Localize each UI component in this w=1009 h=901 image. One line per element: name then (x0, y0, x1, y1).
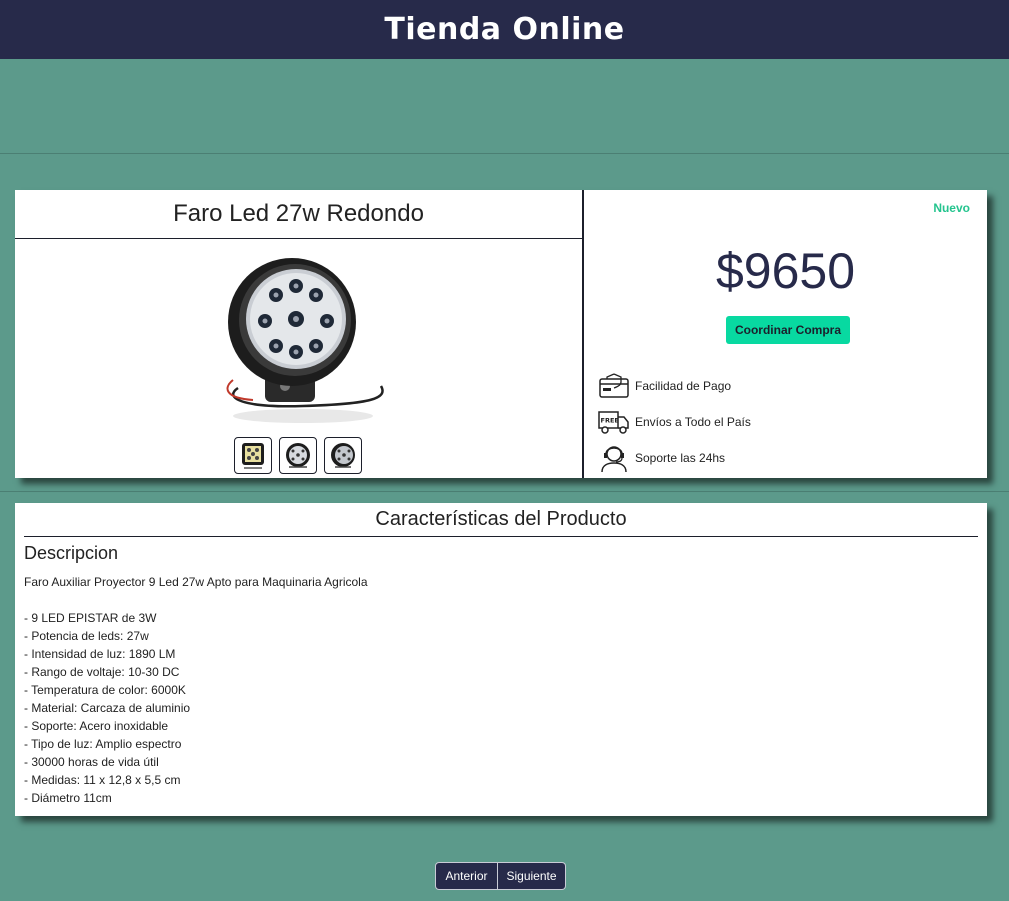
next-button[interactable]: Siguiente (498, 862, 566, 890)
product-gallery: Faro Led 27w Redondo (15, 190, 584, 478)
coordinate-purchase-button[interactable]: Coordinar Compra (726, 316, 850, 344)
site-title: Tienda Online (384, 12, 625, 47)
svg-text:FREE: FREE (601, 417, 619, 425)
product-title: Faro Led 27w Redondo (15, 190, 582, 239)
description-line: - Tipo de luz: Amplio espectro (24, 737, 182, 751)
description-line: - 30000 horas de vida útil (24, 755, 159, 769)
feature-item-shipping: FREE Envíos a Todo el País (598, 404, 751, 440)
feature-item-payment: Facilidad de Pago (598, 368, 751, 404)
product-specs-card: Características del Producto Descripcion… (15, 503, 987, 816)
description-line: - Soporte: Acero inoxidable (24, 719, 169, 733)
thumbnail-round-light-angle[interactable] (324, 437, 362, 474)
feature-label: Soporte las 24hs (635, 451, 726, 465)
description-line (24, 591, 368, 609)
divider (0, 153, 1009, 154)
description-line: - Intensidad de luz: 1890 LM (24, 647, 176, 661)
pagination: Anterior Siguiente (435, 862, 566, 890)
description-line: - Material: Carcaza de aluminio (24, 701, 191, 715)
description-line: - Rango de voltaje: 10-30 DC (24, 665, 180, 679)
description-line: - Medidas: 11 x 12,8 x 5,5 cm (24, 773, 181, 787)
divider (0, 491, 1009, 492)
site-header: Tienda Online (0, 0, 1009, 59)
specs-title: Características del Producto (24, 503, 978, 537)
description-heading: Descripcion (24, 543, 119, 563)
feature-list: Facilidad de Pago FREE Envíos a Todo el … (598, 368, 751, 476)
thumbnail-strip (234, 437, 362, 474)
description-line: Faro Auxiliar Proyector 9 Led 27w Apto p… (24, 575, 368, 589)
description-line: - Diámetro 11cm (24, 791, 112, 805)
description-line: - 9 LED EPISTAR de 3W (24, 611, 157, 625)
product-card: Faro Led 27w Redondo Nuevo $9650 Coordin… (15, 190, 987, 478)
previous-button[interactable]: Anterior (435, 862, 498, 890)
thumbnail-square-light[interactable] (234, 437, 272, 474)
product-main-image (203, 248, 403, 428)
thumbnail-round-light-front[interactable] (279, 437, 317, 474)
purchase-panel: Nuevo $9650 Coordinar Compra Facilidad d… (584, 190, 987, 478)
feature-item-support: Soporte las 24hs (598, 440, 751, 476)
product-price: $9650 (715, 243, 856, 299)
condition-badge: Nuevo (933, 201, 970, 215)
feature-label: Envíos a Todo el País (635, 415, 751, 429)
description-body: Faro Auxiliar Proyector 9 Led 27w Apto p… (24, 573, 368, 807)
support-agent-icon (598, 443, 630, 473)
payment-icon (598, 371, 630, 401)
feature-label: Facilidad de Pago (635, 379, 732, 393)
description-line: - Potencia de leds: 27w (24, 629, 149, 643)
description-line: - Temperatura de color: 6000K (24, 683, 186, 697)
free-shipping-truck-icon: FREE (598, 407, 630, 437)
